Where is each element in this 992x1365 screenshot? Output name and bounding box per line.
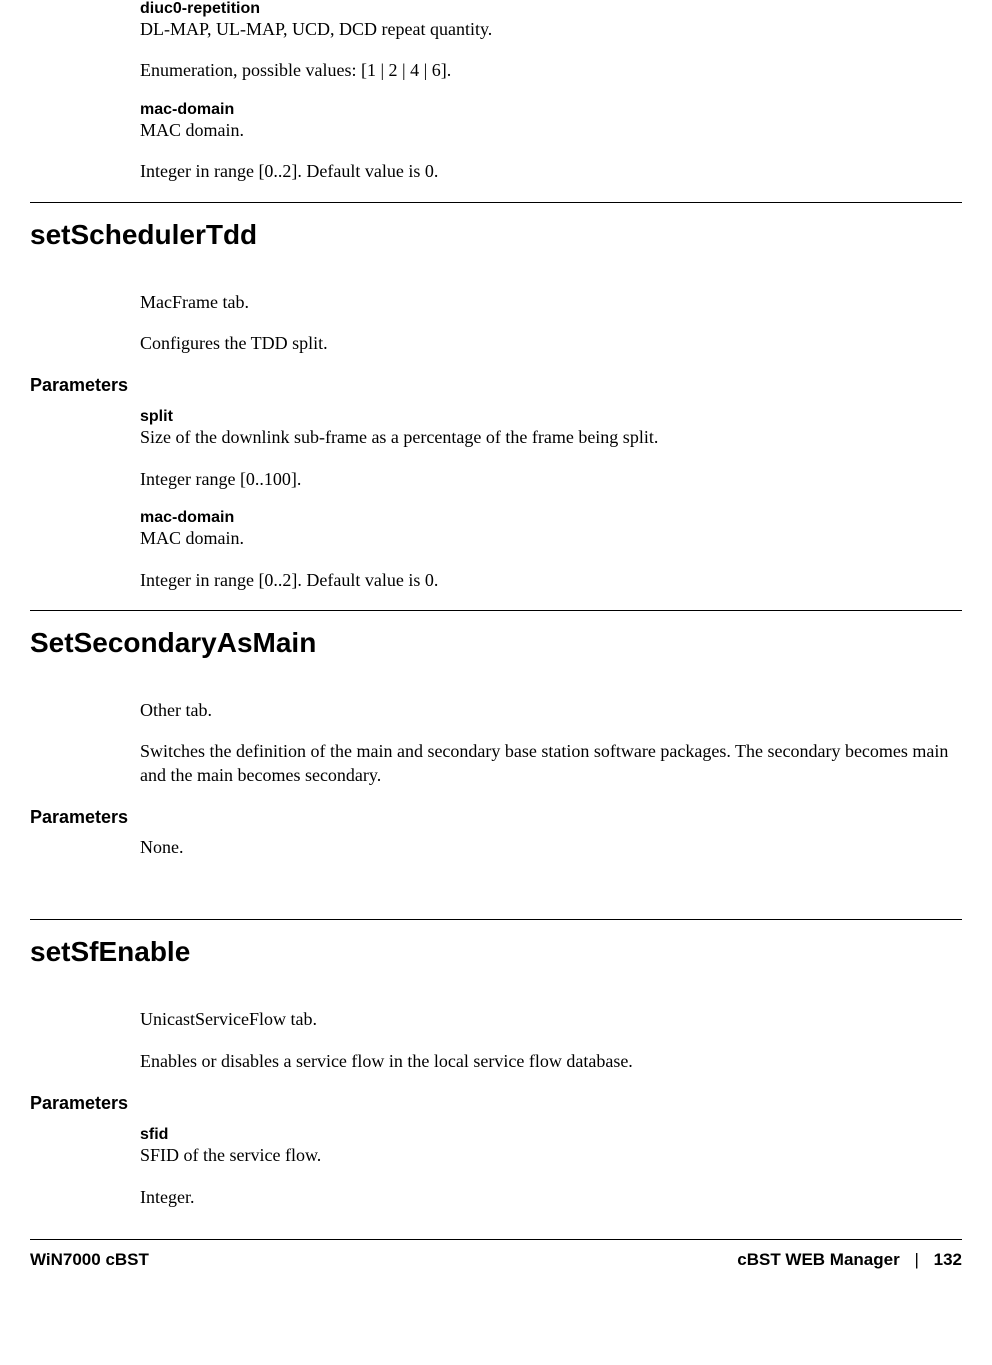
parameters-label-2: Parameters [30,807,962,828]
params-none: None. [140,836,962,859]
param-desc-mac-domain-2: MAC domain. [140,527,962,550]
heading-setschedulertdd: setSchedulerTdd [30,202,962,251]
page-footer: WiN7000 cBST cBST WEB Manager | 132 [30,1239,962,1290]
param-desc-sfid: SFID of the service flow. [140,1144,962,1167]
desc-setsecondaryasmain: Switches the definition of the main and … [140,740,962,787]
footer-right: cBST WEB Manager | 132 [737,1250,962,1270]
heading-setsecondaryasmain: SetSecondaryAsMain [30,610,962,659]
heading-setsfenable: setSfEnable [30,919,962,968]
parameters-label-3: Parameters [30,1093,962,1114]
param-name-mac-domain-1: mac-domain [140,101,962,119]
param-desc-mac-domain-1: MAC domain. [140,119,962,142]
param-enum-diuc0: Enumeration, possible values: [1 | 2 | 4… [140,59,962,82]
param-range-mac-domain-2: Integer in range [0..2]. Default value i… [140,569,962,592]
desc-setschedulertdd: Configures the TDD split. [140,332,962,355]
tab-setsfenable: UnicastServiceFlow tab. [140,1008,962,1031]
param-name-sfid: sfid [140,1126,962,1144]
param-type-sfid: Integer. [140,1186,962,1209]
desc-setsfenable: Enables or disables a service flow in th… [140,1050,962,1073]
footer-sep: | [914,1250,918,1269]
tab-setschedulertdd: MacFrame tab. [140,291,962,314]
footer-page-number: 132 [934,1250,962,1269]
param-desc-split: Size of the downlink sub-frame as a perc… [140,426,962,449]
param-desc-diuc0: DL-MAP, UL-MAP, UCD, DCD repeat quantity… [140,18,962,41]
param-range-mac-domain-1: Integer in range [0..2]. Default value i… [140,160,962,183]
param-name-mac-domain-2: mac-domain [140,509,962,527]
param-range-split: Integer range [0..100]. [140,468,962,491]
tab-setsecondaryasmain: Other tab. [140,699,962,722]
parameters-label-1: Parameters [30,375,962,396]
footer-left: WiN7000 cBST [30,1250,149,1270]
footer-title: cBST WEB Manager [737,1250,899,1269]
param-name-diuc0: diuc0-repetition [140,0,962,18]
param-name-split: split [140,408,962,426]
